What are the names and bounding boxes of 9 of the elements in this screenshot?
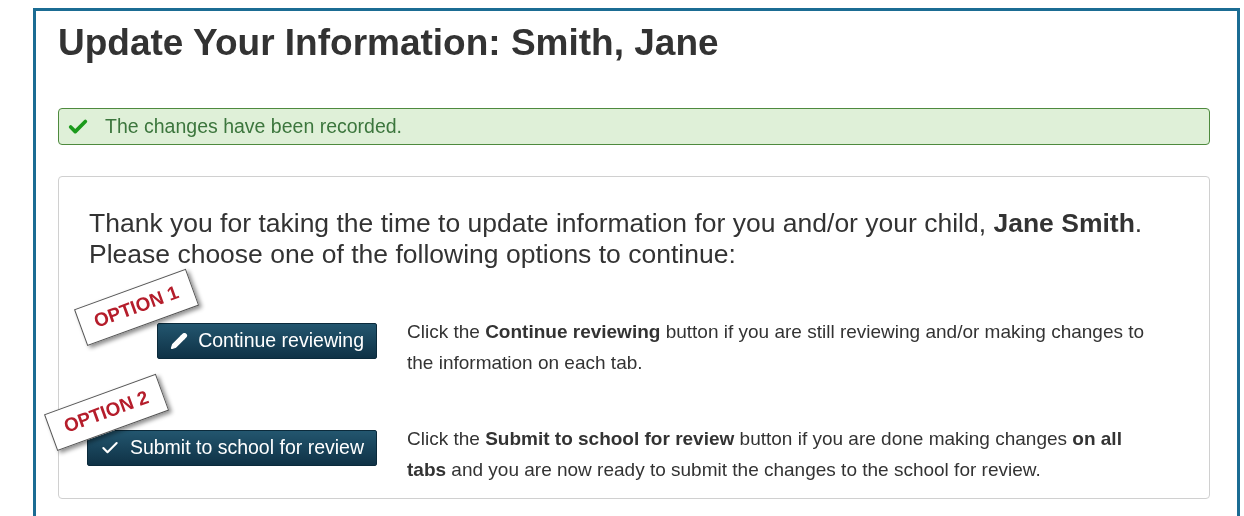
option-button[interactable]: Continue reviewing: [157, 323, 377, 359]
pencil-icon: [170, 332, 189, 350]
option-description: Click the Submit to school for review button if you are done making changes on all tabs and you are now ready to submit the changes to the school for review.: [407, 427, 1123, 482]
intro-text: Thank you for taking the time to update information for you and/or your child, Jane Smith.: [89, 208, 1144, 239]
option-button[interactable]: Submit to school for review: [86, 430, 377, 466]
option-description: Click the Continue reviewing button if you are still reviewing and/or making changes to the information on each tab.: [407, 320, 1146, 375]
intro-text: Please choose one of the following options to continue:: [89, 239, 737, 270]
page-title: Update Your Information: Smith, Jane: [58, 23, 720, 63]
alert-message: The changes have been recorded.: [105, 113, 403, 139]
